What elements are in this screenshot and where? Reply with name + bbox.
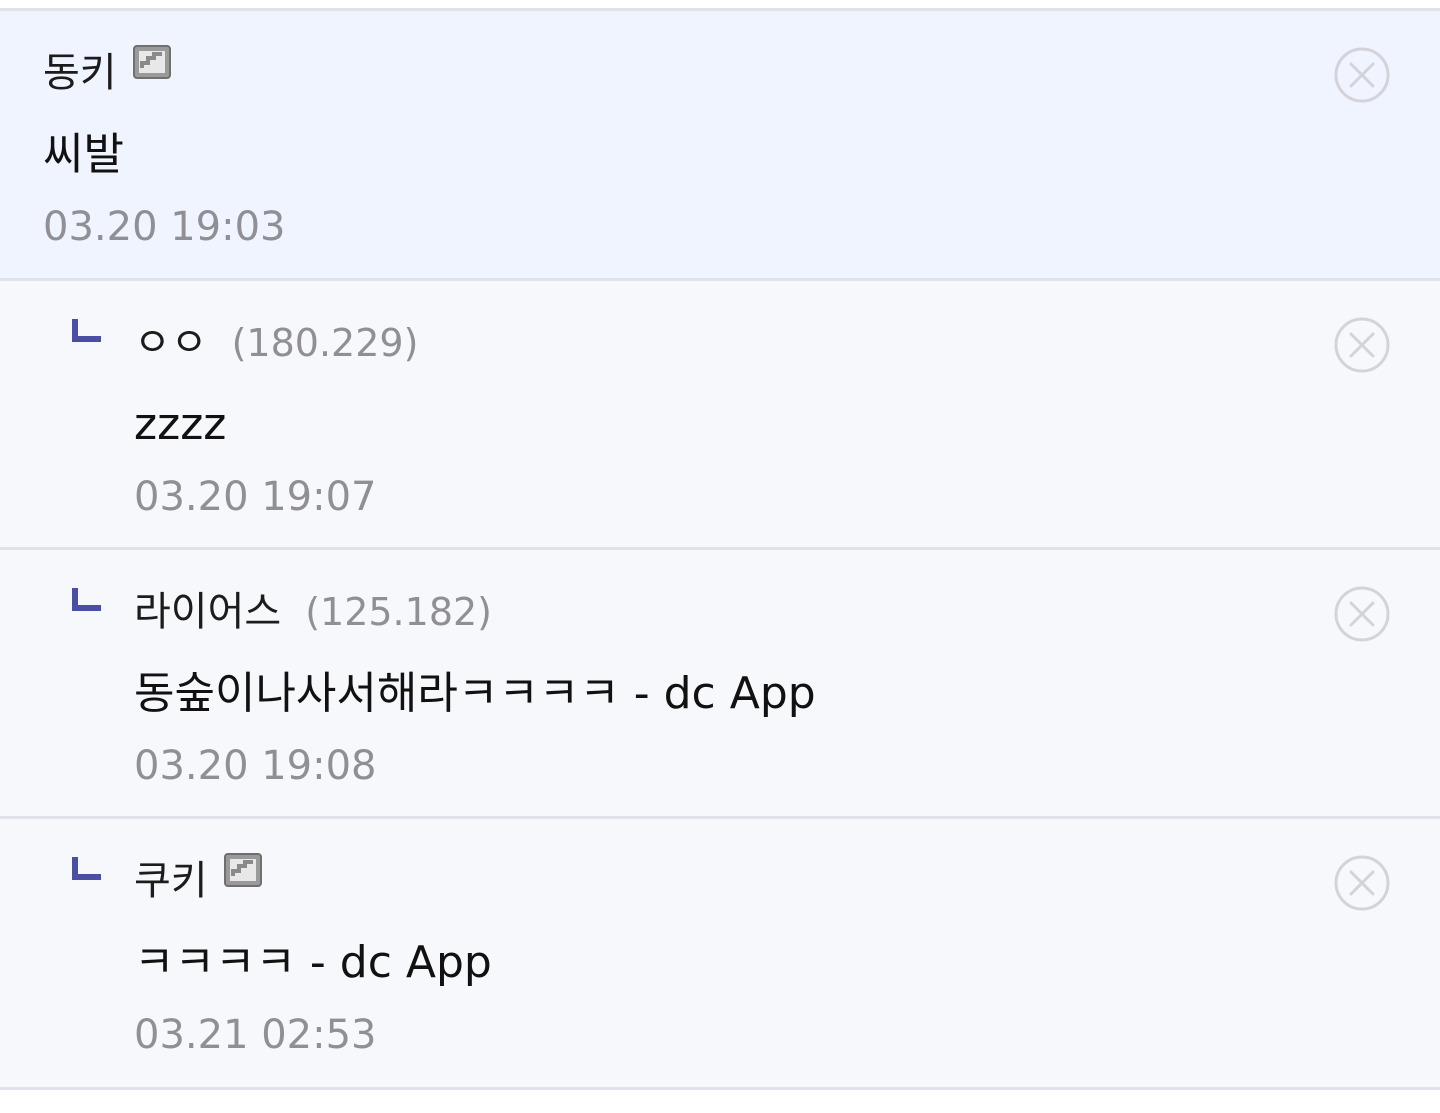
comment-item: 동키 씨발 03.20 19:03: [0, 11, 1440, 281]
circle-x-icon: [1334, 317, 1390, 373]
delete-comment-button[interactable]: [1333, 46, 1391, 104]
comment-timestamp: 03.20 19:08: [134, 743, 377, 789]
circle-x-icon: [1334, 855, 1390, 911]
comment-nickname[interactable]: 동키: [43, 45, 117, 101]
reply-arrow-icon: [72, 588, 102, 612]
reply-item: 쿠키 ㅋㅋㅋㅋ - dc App 03.21 02:53: [0, 819, 1440, 1090]
delete-comment-button[interactable]: [1333, 316, 1391, 374]
comment-author-row: 동키: [43, 45, 171, 101]
comment-text: 씨발: [43, 129, 124, 180]
comment-ip: (125.182): [305, 590, 492, 634]
comment-text: ㅋㅋㅋㅋ - dc App: [134, 937, 492, 988]
comment-timestamp: 03.20 19:03: [43, 204, 286, 250]
comment-author-row: 라이어스 (125.182): [134, 584, 492, 640]
delete-comment-button[interactable]: [1333, 585, 1391, 643]
reply-arrow-icon: [72, 319, 102, 343]
delete-comment-button[interactable]: [1333, 854, 1391, 912]
comment-timestamp: 03.20 19:07: [134, 474, 377, 520]
circle-x-icon: [1334, 586, 1390, 642]
comment-author-row: ㅇㅇ (180.229): [134, 315, 418, 371]
comment-nickname[interactable]: 라이어스: [134, 584, 281, 640]
circle-x-icon: [1334, 47, 1390, 103]
reply-item: 라이어스 (125.182) 동숲이나사서해라ㅋㅋㅋㅋ - dc App 03.…: [0, 550, 1440, 819]
comment-timestamp: 03.21 02:53: [134, 1012, 377, 1058]
comment-nickname[interactable]: 쿠키: [134, 853, 208, 909]
comment-text: zzzz: [134, 399, 227, 450]
gallog-icon[interactable]: [132, 45, 171, 79]
comment-ip: (180.229): [231, 321, 419, 365]
reply-arrow-icon: [72, 857, 102, 881]
comment-author-row: 쿠키: [134, 853, 262, 909]
comment-list: 동키 씨발 03.20 19:03 ㅇㅇ (180.229) zzzz 03.2…: [0, 0, 1440, 1113]
gallog-icon[interactable]: [223, 853, 262, 887]
comment-nickname[interactable]: ㅇㅇ: [134, 315, 208, 371]
comment-text: 동숲이나사서해라ㅋㅋㅋㅋ - dc App: [134, 668, 816, 719]
reply-item: ㅇㅇ (180.229) zzzz 03.20 19:07: [0, 281, 1440, 550]
